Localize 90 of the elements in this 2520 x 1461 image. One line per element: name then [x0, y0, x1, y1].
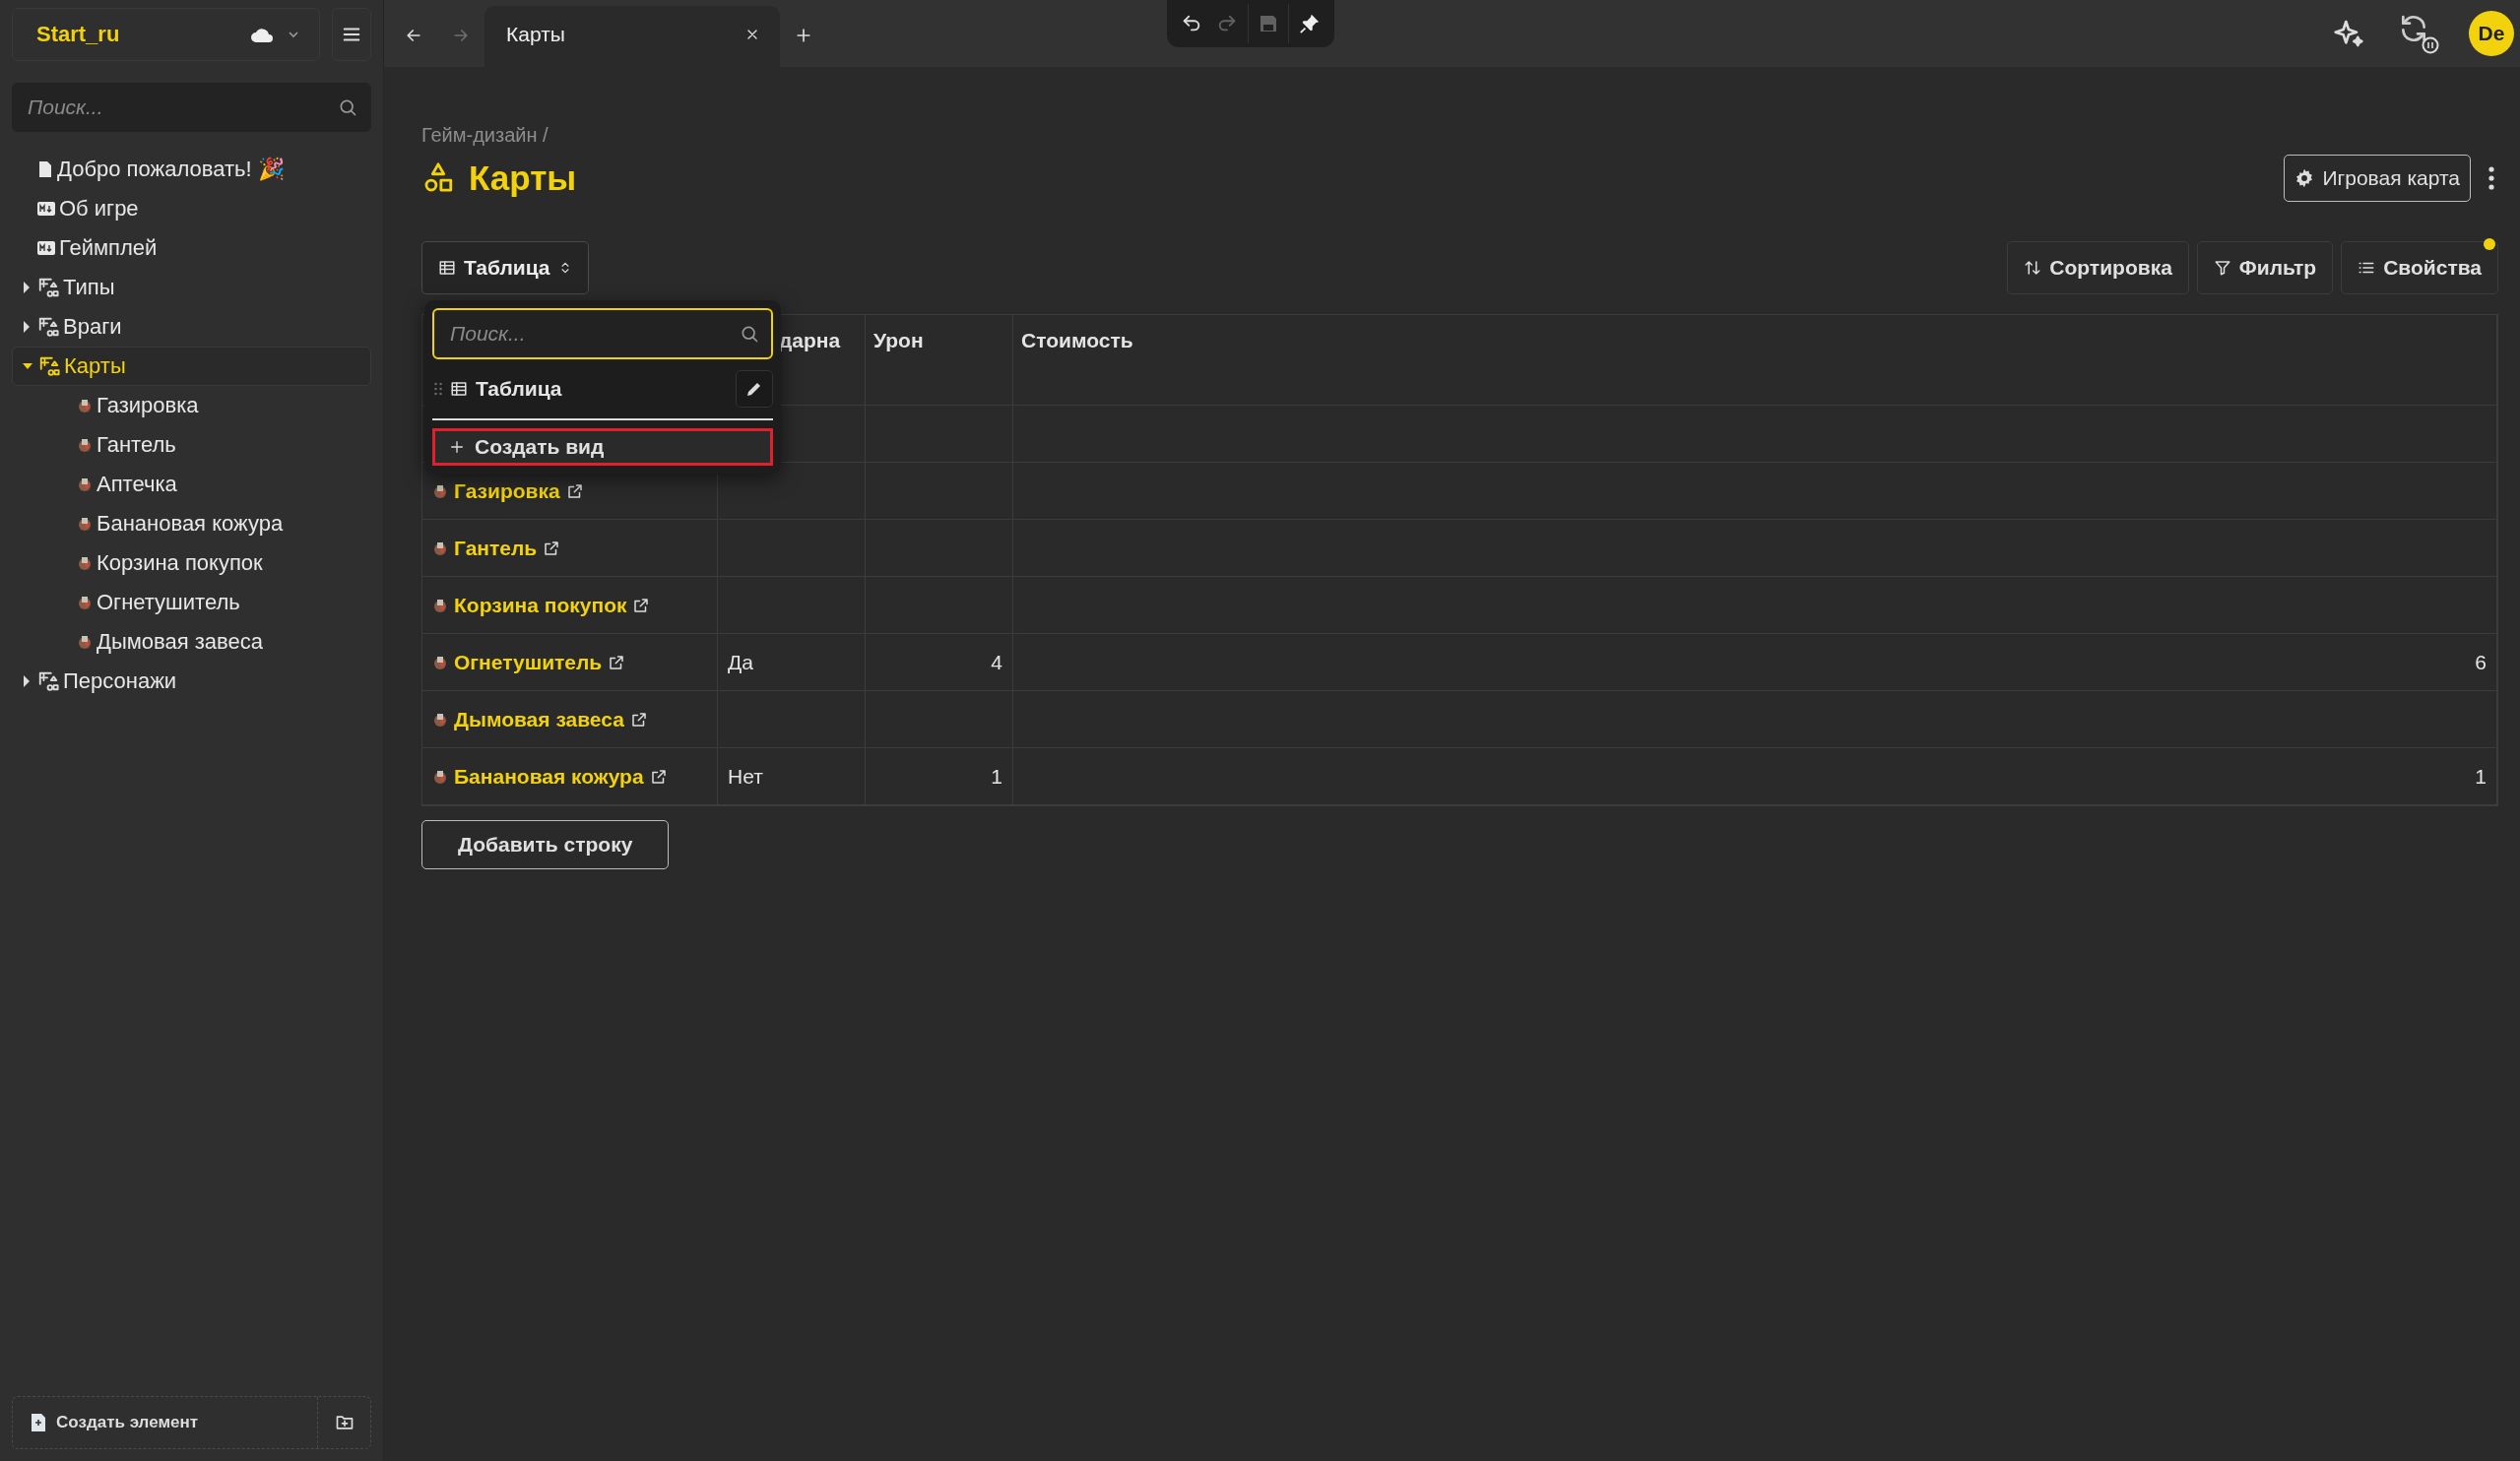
gear-icon [2294, 168, 2315, 188]
row-link[interactable]: Гантель [454, 536, 538, 560]
table-icon [450, 380, 468, 398]
menu-button[interactable] [332, 8, 371, 61]
pin-icon [1299, 13, 1321, 34]
table-cell: Нет [718, 748, 866, 805]
column-header: Урон [873, 329, 924, 351]
tree-item[interactable]: Враги [12, 307, 371, 347]
external-link-icon [565, 481, 584, 500]
plus-icon [449, 439, 465, 455]
chevron-down-icon [288, 31, 299, 38]
row-link[interactable]: Банановая кожура [454, 764, 644, 789]
external-link-icon [608, 653, 626, 671]
tree-item[interactable]: Типы [12, 268, 371, 307]
workspace-name: Start_ru [36, 22, 121, 47]
create-view-button[interactable]: Создать вид [432, 428, 773, 466]
properties-button[interactable]: Свойства [2341, 241, 2498, 294]
sprite-icon [77, 515, 93, 533]
breadcrumb[interactable]: Гейм-дизайн / [421, 124, 2498, 147]
table-icon [438, 259, 456, 277]
database-icon [38, 355, 60, 377]
sprite-icon [77, 436, 93, 454]
edit-button[interactable] [736, 370, 773, 408]
tree-item[interactable]: Корзина покупок [12, 543, 371, 583]
external-link-icon [543, 539, 561, 557]
tree-item[interactable]: Персонажи [12, 662, 371, 701]
view-switcher[interactable]: Таблица [421, 241, 589, 294]
tree-item[interactable]: Об игре [12, 189, 371, 228]
sprite-icon [77, 594, 93, 611]
markdown-icon [37, 241, 55, 255]
cloud-icon [250, 26, 274, 43]
sort-icon [2024, 259, 2042, 277]
table-cell: 6 [1013, 634, 2497, 691]
tree-item[interactable]: Огнетушитель [12, 583, 371, 622]
drag-handle-icon [434, 382, 442, 396]
row-link[interactable]: Огнетушитель [454, 650, 603, 674]
document-icon [37, 160, 53, 178]
tab[interactable]: Карты [485, 6, 780, 67]
tree-item[interactable]: Добро пожаловать! 🎉 [12, 150, 371, 189]
database-icon [37, 316, 59, 338]
page-title: Карты [469, 159, 578, 198]
sprite-icon [77, 476, 93, 493]
sparkles-icon [2333, 18, 2364, 49]
sprite-icon [77, 397, 93, 414]
database-icon [37, 277, 59, 298]
caret-right-icon [22, 675, 32, 687]
tree-item[interactable]: Гантель [12, 425, 371, 465]
add-row-button[interactable]: Добавить строку [421, 820, 670, 869]
caret-right-icon [22, 321, 32, 333]
filter-button[interactable]: Фильтр [2196, 241, 2334, 294]
tree-item[interactable]: Аптечка [12, 465, 371, 504]
view-search-field[interactable]: Поиск... [432, 308, 773, 359]
external-link-icon [649, 767, 668, 786]
table-cell: 4 [866, 634, 1013, 691]
more-vertical-icon [2488, 166, 2494, 190]
row-link[interactable]: Газировка [454, 478, 560, 503]
template-button[interactable]: Игровая карта [2284, 155, 2471, 202]
pencil-icon [746, 381, 762, 397]
table-cell: 1 [866, 748, 1013, 805]
folder-plus-icon [334, 1413, 355, 1432]
tree-item[interactable]: Банановая кожура [12, 504, 371, 543]
database-icon [37, 670, 59, 692]
table-cell: Да [718, 634, 866, 691]
search-icon [740, 324, 759, 344]
external-link-icon [629, 710, 648, 729]
row-link[interactable]: Дымовая завеса [454, 707, 624, 731]
column-header: Стоимость [1021, 329, 1133, 351]
tree-item[interactable]: Геймплей [12, 228, 371, 268]
user-avatar[interactable]: De [2469, 11, 2514, 56]
external-link-icon [632, 596, 651, 614]
view-item[interactable]: Таблица [432, 359, 773, 420]
sprite-icon [77, 633, 93, 651]
caret-right-icon [22, 282, 32, 293]
search-field[interactable]: Поиск... [12, 83, 371, 132]
new-file-icon [31, 1413, 46, 1432]
tree-item[interactable]: Газировка [12, 386, 371, 425]
workspace-selector[interactable]: Start_ru [12, 8, 320, 61]
sprite-icon [77, 554, 93, 572]
view-label: Таблица [476, 377, 563, 401]
tab-label: Карты [506, 23, 566, 46]
tree-item[interactable]: Карты [12, 347, 371, 386]
row-link[interactable]: Корзина покупок [454, 593, 627, 617]
column-header: дарна [779, 329, 841, 351]
floppy-icon [1259, 14, 1278, 33]
sort-button[interactable]: Сортировка [2007, 241, 2189, 294]
table-cell: 1 [1013, 748, 2497, 805]
search-icon [338, 97, 357, 117]
tree-item[interactable]: Дымовая завеса [12, 622, 371, 662]
markdown-icon [37, 202, 55, 216]
filter-icon [2213, 259, 2231, 277]
